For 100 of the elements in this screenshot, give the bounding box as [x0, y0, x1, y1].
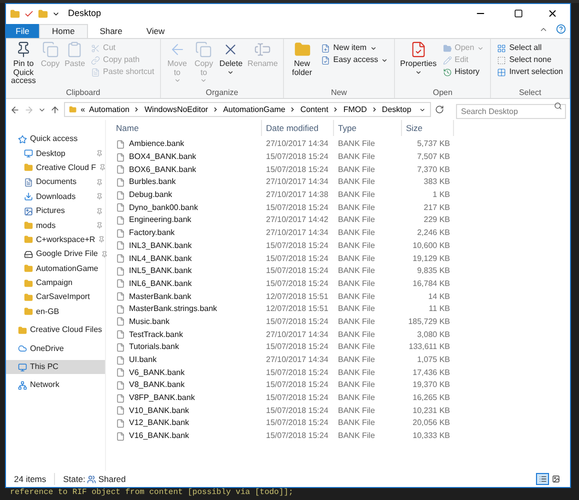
sidebar-item[interactable]: Pictures [6, 204, 105, 218]
file-name[interactable]: UI.bank [129, 354, 157, 366]
sidebar-item[interactable]: Quick access [6, 132, 105, 146]
ribbon-button[interactable]: Select none [497, 54, 563, 66]
table-cell-text: BANK File [337, 379, 376, 392]
file-icon [116, 432, 125, 441]
file-name[interactable]: MasterBank.bank [129, 290, 192, 303]
file-name[interactable]: INL3_BANK.bank [129, 240, 192, 252]
column-header[interactable]: Type [334, 120, 402, 136]
sidebar-item[interactable]: Desktop [6, 146, 105, 161]
file-name[interactable]: INL6_BANK.bank [129, 278, 192, 290]
file-name[interactable]: Dyno_bank00.bank [129, 202, 198, 214]
file-name[interactable]: Tutorials.bank [129, 341, 179, 354]
sidebar-item[interactable]: Network [6, 378, 105, 393]
ribbon-button[interactable]: Pin to Quick access [9, 39, 38, 87]
table-cell-text: 17,436 KB [412, 366, 451, 379]
ribbon-tab[interactable]: View [134, 24, 177, 38]
ribbon-tab[interactable]: Home [39, 24, 88, 38]
file-name[interactable]: Engineering.bank [129, 214, 192, 226]
file-name[interactable]: V8FP_BANK.bank [129, 392, 195, 404]
file-name[interactable]: Factory.bank [129, 227, 175, 240]
breadcrumb[interactable]: Automation [89, 104, 130, 116]
table-cell-text: 15/07/2018 15:24 [265, 265, 330, 278]
folder-icon [24, 221, 33, 230]
file-name[interactable]: INL5_BANK.bank [129, 265, 192, 278]
breadcrumb[interactable]: FMOD [343, 104, 367, 116]
file-name[interactable]: INL4_BANK.bank [129, 252, 192, 265]
sidebar-item[interactable]: Creative Cloud Files [6, 323, 105, 338]
breadcrumb[interactable]: Desktop [382, 104, 412, 116]
sidebar-item[interactable]: Downloads [6, 190, 105, 204]
view-button[interactable] [536, 473, 549, 485]
sidebar-item[interactable]: Documents [6, 175, 105, 190]
table-cell-text: BANK File [337, 202, 376, 214]
table-cell-text: BANK File [337, 430, 376, 442]
collapse-icon[interactable] [539, 25, 548, 34]
table-cell-text: 185,729 KB [407, 316, 451, 328]
breadcrumb[interactable]: Content [300, 104, 328, 116]
search-icon [554, 102, 562, 110]
file-name[interactable]: V6_BANK.bank [129, 366, 185, 379]
file-name[interactable]: BOX4_BANK.bank [129, 151, 196, 164]
ribbon-tab[interactable]: Share [88, 24, 134, 38]
sidebar-item[interactable]: Google Drive File [6, 247, 105, 262]
sidebar-item[interactable]: Creative Cloud F [6, 160, 105, 176]
table-cell-text: 15/07/2018 15:24 [265, 240, 330, 252]
sidebar-item[interactable]: This PC [6, 360, 105, 374]
breadcrumb[interactable]: WindowsNoEditor [144, 104, 208, 116]
chevron-icon [212, 106, 220, 113]
sidebar-item[interactable]: AutomationGame [6, 262, 105, 276]
close-icon[interactable] [547, 8, 558, 19]
ribbon-button[interactable]: Properties [398, 39, 439, 87]
ribbon-tab[interactable]: File [6, 24, 39, 38]
address-bar[interactable]: « Automation WindowsNoEditor AutomationGame Content FMOD Desktop [64, 102, 431, 117]
table-cell-text: BANK File [337, 265, 376, 278]
log-line: reference to RIF object from content [possibly via [todo]]; [10, 488, 294, 498]
file-name[interactable]: TestTrack.bank [129, 328, 183, 341]
table-cell-text: 3,080 KB [416, 328, 451, 341]
ribbon-button[interactable]: Easy access [321, 54, 388, 66]
file-name[interactable]: Music.bank [129, 316, 170, 328]
help-icon[interactable] [556, 24, 566, 34]
sidebar-item[interactable]: en-GB [6, 304, 105, 320]
file-name[interactable]: Debug.bank [129, 189, 172, 202]
ribbon-button[interactable]: Invert selection [497, 66, 563, 78]
sidebar-item[interactable]: OneDrive [6, 341, 105, 356]
file-name[interactable]: V10_BANK.bank [129, 404, 190, 417]
maximize-icon[interactable] [514, 9, 523, 18]
overflow-marker[interactable]: « [80, 104, 86, 116]
search-field[interactable]: Search Desktop [456, 104, 566, 118]
sidebar-item[interactable]: Campaign [6, 276, 105, 290]
table-cell-text: 27/10/2017 14:34 [265, 138, 330, 150]
chevron-icon [370, 106, 378, 113]
ribbon-button[interactable]: History [442, 66, 484, 78]
breadcrumb[interactable]: AutomationGame [223, 104, 286, 116]
file-name[interactable]: V16_BANK.bank [129, 430, 190, 442]
sidebar-item[interactable]: CarSaveImport [6, 290, 105, 305]
sidebar-item[interactable]: mods [6, 218, 105, 233]
up-icon[interactable] [50, 104, 60, 114]
ribbon-button[interactable]: Delete [217, 39, 245, 87]
file-name[interactable]: BOX6_BANK.bank [129, 164, 196, 176]
group-label: New [330, 87, 348, 98]
table-cell-text: BANK File [337, 214, 376, 226]
column-header[interactable]: Date modified [262, 120, 334, 136]
ribbon-button[interactable]: Select all [497, 42, 563, 54]
star-icon [18, 134, 27, 144]
table-cell-text: BANK File [337, 164, 376, 176]
table-cell-text: BANK File [337, 366, 376, 379]
sidebar-item[interactable]: C+workspace+R [6, 232, 105, 248]
column-header[interactable]: Name [112, 120, 262, 136]
file-name[interactable]: Ambience.bank [129, 138, 184, 150]
back-icon[interactable] [10, 104, 20, 114]
file-name[interactable]: Burbles.bank [129, 176, 176, 188]
ribbon-button[interactable]: New item [321, 42, 388, 54]
file-name[interactable]: V8_BANK.bank [129, 379, 185, 392]
folder-icon [24, 235, 33, 244]
table-cell-text: BANK File [337, 176, 376, 188]
refresh-icon[interactable] [435, 105, 444, 114]
table-cell-text: BANK File [337, 328, 376, 341]
ribbon-button[interactable]: New folder [286, 39, 318, 87]
file-name[interactable]: V12_BANK.bank [129, 417, 190, 430]
column-header[interactable]: Size [402, 120, 454, 136]
file-name[interactable]: MasterBank.strings.bank [129, 303, 218, 316]
